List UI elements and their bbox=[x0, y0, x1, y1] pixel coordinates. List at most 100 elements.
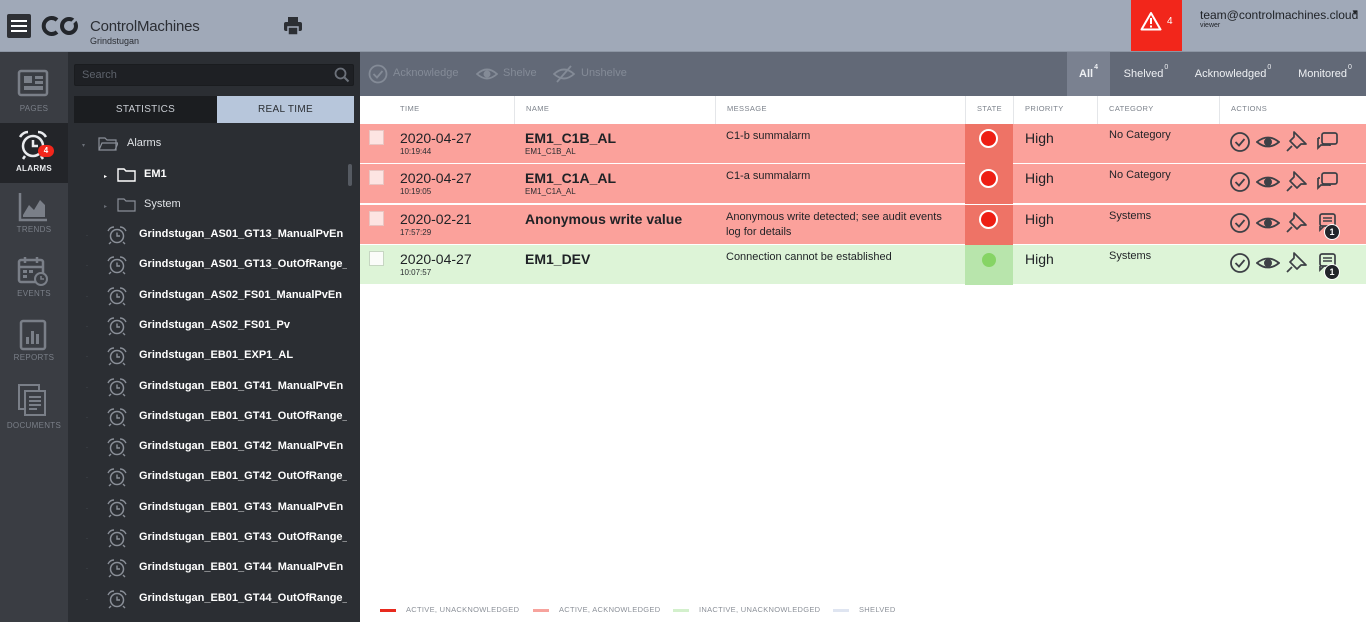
comment-count-badge: 1 bbox=[1324, 263, 1340, 280]
alarm-clock-icon bbox=[107, 256, 127, 275]
site-name: Grindstugan bbox=[90, 36, 140, 46]
pin-icon[interactable] bbox=[1285, 250, 1309, 274]
filter-label: All bbox=[1079, 68, 1094, 80]
shelve-eye-icon[interactable] bbox=[1256, 212, 1280, 234]
shelve-eye-icon[interactable] bbox=[1256, 171, 1280, 193]
tree-folder-alarms[interactable]: ▾ Alarms bbox=[68, 129, 360, 159]
user-email[interactable]: team@controlmachines.cloud bbox=[1200, 8, 1358, 22]
column-time[interactable]: TIME bbox=[389, 96, 420, 124]
row-checkbox[interactable] bbox=[369, 250, 384, 266]
column-state[interactable]: STATE bbox=[965, 96, 1013, 124]
check-circle-icon bbox=[368, 64, 388, 84]
alarm-clock-icon bbox=[107, 498, 127, 518]
alert-notification-button[interactable]: 4 bbox=[1131, 0, 1182, 51]
row-checkbox[interactable] bbox=[369, 210, 384, 226]
bullet-icon: · bbox=[86, 293, 88, 300]
tree-alarm-label: Grindstugan_AS01_GT13_ManualPvEn bbox=[139, 228, 344, 240]
alarm-time: 17:57:29 bbox=[400, 227, 432, 237]
column-name[interactable]: NAME bbox=[514, 96, 714, 124]
nav-events[interactable]: EVENTS bbox=[0, 249, 68, 309]
alarm-clock-icon bbox=[107, 559, 127, 578]
filter-shelved[interactable]: Shelved0 bbox=[1116, 52, 1176, 96]
bullet-icon: · bbox=[86, 233, 88, 239]
chat-icon[interactable] bbox=[1315, 131, 1339, 153]
nav-documents[interactable]: DOCUMENTS bbox=[0, 377, 68, 437]
tree-alarm-item[interactable]: · Grindstugan_AS01_GT13_OutOfRange_A bbox=[68, 250, 360, 280]
tree-alarm-item[interactable]: · Grindstugan_AS02_FS01_ManualPvEn bbox=[68, 281, 360, 311]
pin-icon[interactable] bbox=[1285, 210, 1309, 234]
menu-button[interactable] bbox=[7, 14, 31, 38]
table-row[interactable]: 2020-02-21 17:57:29 Anonymous write value A… bbox=[360, 204, 1366, 245]
bullet-icon: · bbox=[86, 263, 88, 270]
filter-acknowledged[interactable]: Acknowledged0 bbox=[1188, 52, 1278, 96]
unshelve-label: Unshelve bbox=[581, 67, 627, 79]
tree-folder-em1[interactable]: ▸ EM1 bbox=[68, 160, 360, 190]
search-input[interactable] bbox=[75, 65, 325, 85]
tab-statistics[interactable]: STATISTICS bbox=[74, 96, 217, 123]
pin-icon[interactable] bbox=[1285, 129, 1309, 153]
column-priority[interactable]: PRIORITY bbox=[1013, 96, 1097, 124]
tree-alarm-label: Grindstugan_AS01_GT13_OutOfRange_A bbox=[139, 258, 347, 271]
alarm-category: Systems bbox=[1109, 249, 1152, 262]
folder-icon bbox=[117, 168, 136, 182]
alarm-clock-icon bbox=[107, 438, 127, 457]
tree-alarm-item[interactable]: · Grindstugan_EB01_GT42_OutOfRange_A bbox=[68, 462, 360, 492]
shelve-button[interactable]: Shelve bbox=[476, 64, 541, 84]
row-checkbox[interactable] bbox=[369, 170, 384, 186]
table-row[interactable]: 2020-04-27 10:07:57 EM1_DEV Connection cann… bbox=[360, 244, 1366, 285]
print-icon[interactable] bbox=[283, 16, 303, 36]
search-box bbox=[74, 64, 354, 86]
filter-monitored[interactable]: Monitored0 bbox=[1292, 52, 1358, 96]
nav-reports[interactable]: REPORTS bbox=[0, 313, 68, 373]
bullet-icon: · bbox=[86, 505, 88, 512]
nav-alarms[interactable]: 4 ALARMS bbox=[0, 123, 68, 183]
acknowledge-icon[interactable] bbox=[1229, 252, 1251, 274]
tree-alarm-item[interactable]: · Grindstugan_EB01_GT44_ManualPvEn bbox=[68, 553, 360, 583]
column-actions: ACTIONS bbox=[1219, 96, 1366, 124]
tree-alarm-item[interactable]: · Grindstugan_EB01_GT41_ManualPvEn bbox=[68, 372, 360, 402]
report-icon bbox=[19, 319, 47, 351]
row-checkbox[interactable] bbox=[369, 130, 384, 145]
tree-alarm-item[interactable]: · Grindstugan_EB01_EXP1_AL bbox=[68, 341, 360, 371]
acknowledge-icon[interactable] bbox=[1229, 212, 1251, 234]
tree-folder-system[interactable]: ▸ System bbox=[68, 190, 360, 220]
shelve-eye-icon[interactable] bbox=[1256, 131, 1280, 153]
alarm-date: 2020-04-27 bbox=[400, 130, 472, 146]
table-row[interactable]: 2020-04-27 10:19:44 EM1_C1B_AL EM1_C1B_AL C1… bbox=[360, 124, 1366, 164]
tree-alarm-item[interactable]: · Grindstugan_EB01_GT44_OutOfRange_A bbox=[68, 584, 360, 614]
tree-alarm-item[interactable]: · Grindstugan_EB01_GT42_ManualPvEn bbox=[68, 432, 360, 462]
tree-alarm-item[interactable]: · Grindstugan_AS02_FS01_Pv bbox=[68, 311, 360, 341]
nav-pages[interactable]: PAGES bbox=[0, 61, 68, 121]
alarm-clock-icon bbox=[107, 286, 127, 306]
tree-folder-label: Alarms bbox=[127, 137, 162, 149]
acknowledge-icon[interactable] bbox=[1229, 171, 1251, 193]
tree-alarm-item[interactable]: · Grindstugan_EB01_GT43_ManualPvEn bbox=[68, 493, 360, 523]
user-role: viewer bbox=[1200, 22, 1221, 29]
legend-label: ACTIVE, ACKNOWLEDGED bbox=[559, 605, 661, 614]
alarm-clock-icon bbox=[107, 347, 127, 366]
tree-alarm-item[interactable]: · Grindstugan_AS01_GT13_ManualPvEn bbox=[68, 220, 360, 250]
filter-all[interactable]: All4 bbox=[1067, 52, 1110, 96]
shelve-eye-icon[interactable] bbox=[1256, 252, 1280, 274]
tab-real-time[interactable]: REAL TIME bbox=[217, 96, 354, 123]
pin-icon[interactable] bbox=[1285, 169, 1309, 193]
chevron-down-icon[interactable]: ▼ bbox=[1351, 8, 1359, 17]
unshelve-button[interactable]: Unshelve bbox=[553, 64, 633, 84]
chat-icon[interactable] bbox=[1315, 171, 1339, 193]
alarm-clock-icon bbox=[107, 589, 127, 609]
column-message[interactable]: MESSAGE bbox=[715, 96, 965, 124]
filter-label: Shelved bbox=[1123, 68, 1164, 80]
column-category[interactable]: CATEGORY bbox=[1097, 96, 1219, 124]
alarm-date: 2020-04-27 bbox=[400, 170, 472, 187]
nav-pages-label: PAGES bbox=[19, 104, 49, 113]
acknowledge-button[interactable]: Acknowledge bbox=[368, 64, 463, 84]
nav-trends[interactable]: TRENDS bbox=[0, 185, 68, 245]
acknowledge-icon[interactable] bbox=[1229, 131, 1251, 153]
tree-alarm-item[interactable]: · Grindstugan_EB01_GT41_OutOfRange_A bbox=[68, 402, 360, 432]
scrollbar[interactable] bbox=[348, 164, 352, 186]
alarm-category: Systems bbox=[1109, 209, 1152, 222]
alarm-priority: High bbox=[1025, 210, 1054, 227]
search-icon[interactable] bbox=[334, 67, 350, 83]
tree-alarm-item[interactable]: · Grindstugan_EB01_GT43_OutOfRange_A bbox=[68, 523, 360, 553]
table-row[interactable]: 2020-04-27 10:19:05 EM1_C1A_AL EM1_C1A_AL C1… bbox=[360, 164, 1366, 205]
